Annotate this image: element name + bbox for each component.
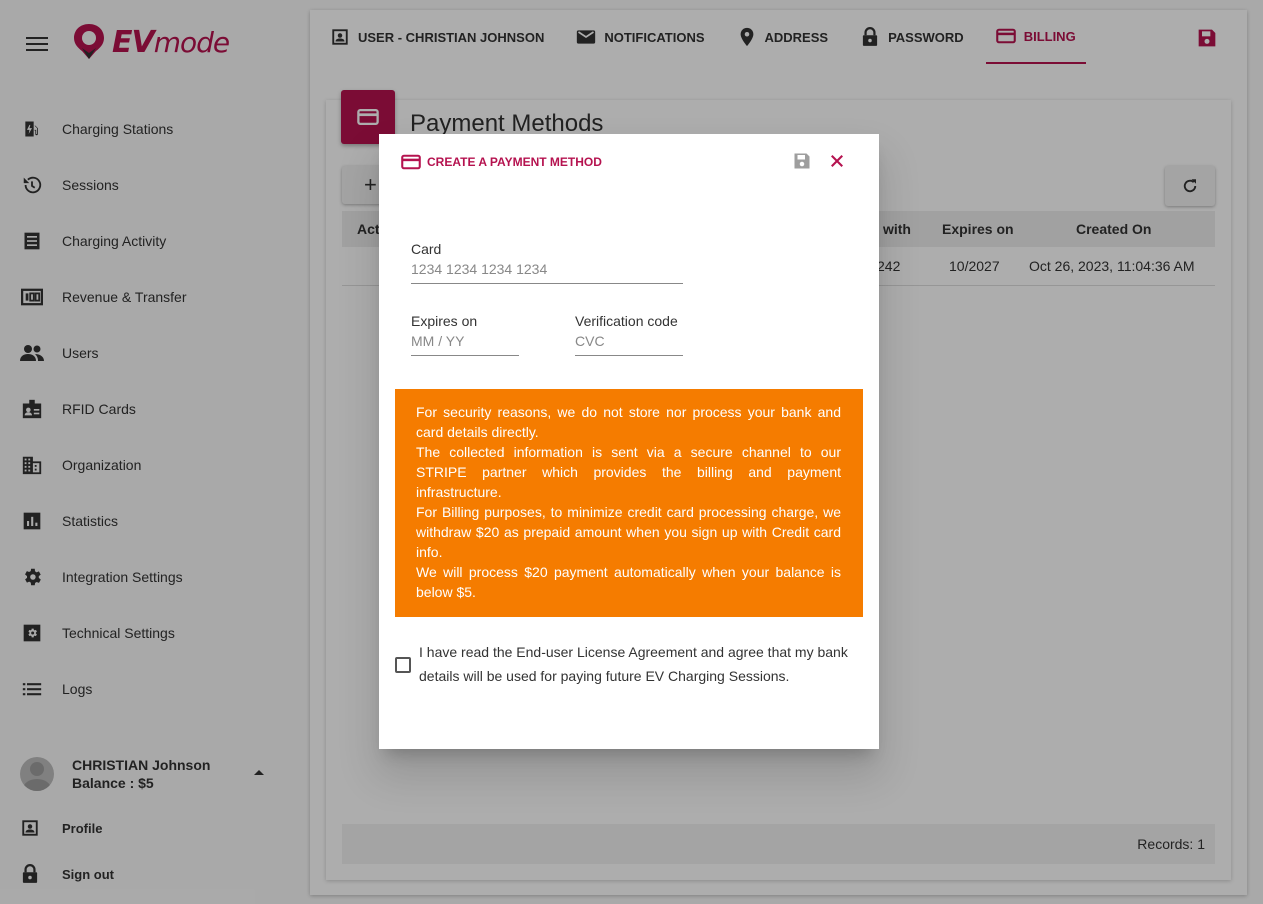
notice-line: We will process $20 payment automaticall… xyxy=(416,564,841,600)
dialog-close-button[interactable] xyxy=(828,152,848,172)
notice-line: For Billing purposes, to minimize credit… xyxy=(416,504,841,560)
agreement-checkbox[interactable] xyxy=(395,657,411,673)
cvc-field: Verification code xyxy=(575,312,683,356)
card-label: Card xyxy=(411,241,442,257)
security-notice: For security reasons, we do not store no… xyxy=(395,389,863,617)
agreement: I have read the End-user License Agreeme… xyxy=(395,640,855,688)
expiry-field: Expires on xyxy=(411,312,519,356)
agreement-text: I have read the End-user License Agreeme… xyxy=(419,644,848,684)
card-number-input[interactable] xyxy=(411,258,683,280)
expires-label: Expires on xyxy=(411,313,478,329)
notice-line: The collected information is sent via a … xyxy=(416,444,841,500)
card-number-field: Card xyxy=(411,240,683,284)
notice-line: For security reasons, we do not store no… xyxy=(416,404,841,440)
cvc-label: Verification code xyxy=(575,313,678,329)
save-icon xyxy=(794,153,810,169)
dialog-title: CREATE A PAYMENT METHOD xyxy=(427,155,602,169)
dialog-save-button[interactable] xyxy=(793,152,813,172)
cvc-input[interactable] xyxy=(575,330,683,352)
credit-card-icon xyxy=(401,152,421,172)
create-payment-method-dialog: CREATE A PAYMENT METHOD Card Expires on … xyxy=(379,134,879,749)
dialog-header: CREATE A PAYMENT METHOD xyxy=(401,152,602,172)
expiry-input[interactable] xyxy=(411,330,519,352)
close-icon xyxy=(831,155,843,167)
